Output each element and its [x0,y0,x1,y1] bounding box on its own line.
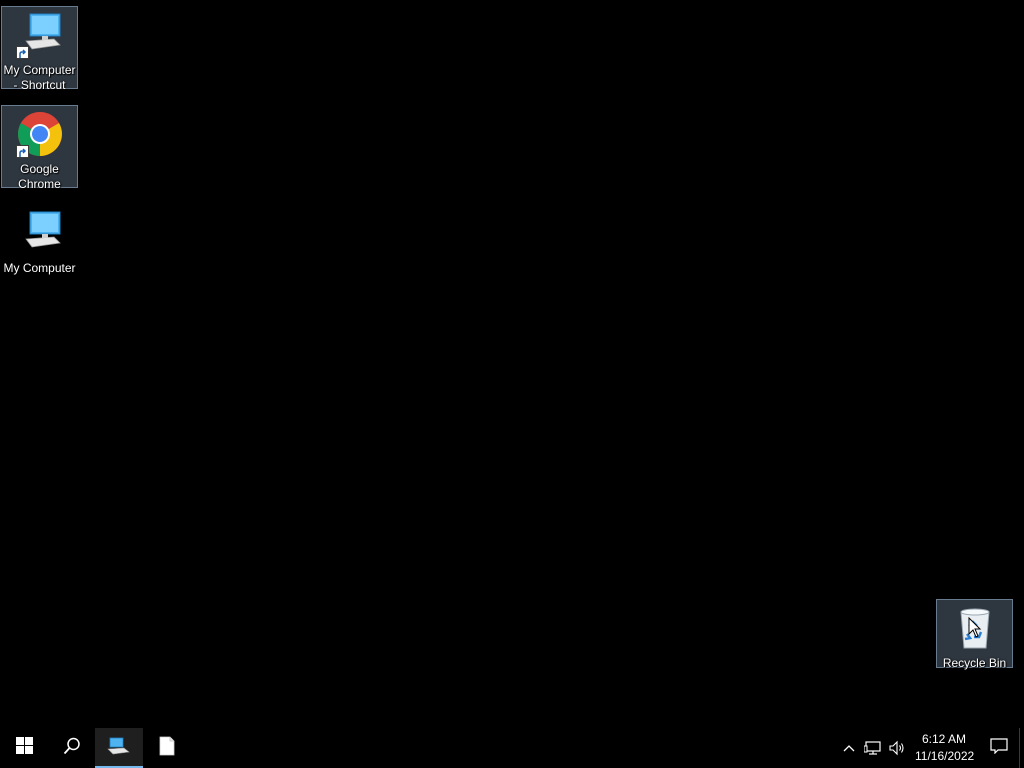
file-explorer-app-icon [107,736,131,761]
chrome-icon [15,110,64,158]
taskbar-app-document[interactable] [143,728,191,768]
clock[interactable]: 6:12 AM 11/16/2022 [909,731,979,765]
shortcut-arrow-icon [15,145,29,158]
taskbar: 6:12 AM 11/16/2022 [0,728,1024,768]
clock-time: 6:12 AM [921,732,967,746]
desktop[interactable]: My Computer - Shortcut Google Chrome My … [0,0,1024,728]
search-icon [63,737,81,760]
chevron-up-icon[interactable] [837,728,861,768]
desktop-icon-label: Recycle Bin [942,656,1007,670]
search-button[interactable] [48,728,96,768]
action-center-button[interactable] [979,728,1019,768]
computer-shortcut-icon [15,11,64,59]
computer-icon [16,209,64,257]
desktop-icon-google-chrome[interactable]: Google Chrome [1,105,78,191]
desktop-icon-label: My Computer [3,261,76,275]
volume-icon[interactable] [885,728,909,768]
blank-document-icon [159,736,175,761]
mouse-cursor-icon [968,616,982,644]
taskbar-app-file-explorer[interactable] [95,728,143,768]
shortcut-arrow-icon [15,46,29,59]
clock-date: 11/16/2022 [915,749,975,763]
system-tray: 6:12 AM 11/16/2022 [837,728,1024,768]
network-icon[interactable] [861,728,885,768]
windows-start-icon [15,737,33,759]
desktop-icon-my-computer-shortcut[interactable]: My Computer - Shortcut [1,6,78,92]
desktop-icon-label: My Computer - Shortcut [3,63,76,92]
show-desktop-button[interactable] [1019,728,1024,768]
action-center-icon [990,737,1008,759]
start-button[interactable] [0,728,48,768]
desktop-icon-my-computer[interactable]: My Computer [1,204,78,275]
desktop-icon-label: Google Chrome [18,162,61,191]
